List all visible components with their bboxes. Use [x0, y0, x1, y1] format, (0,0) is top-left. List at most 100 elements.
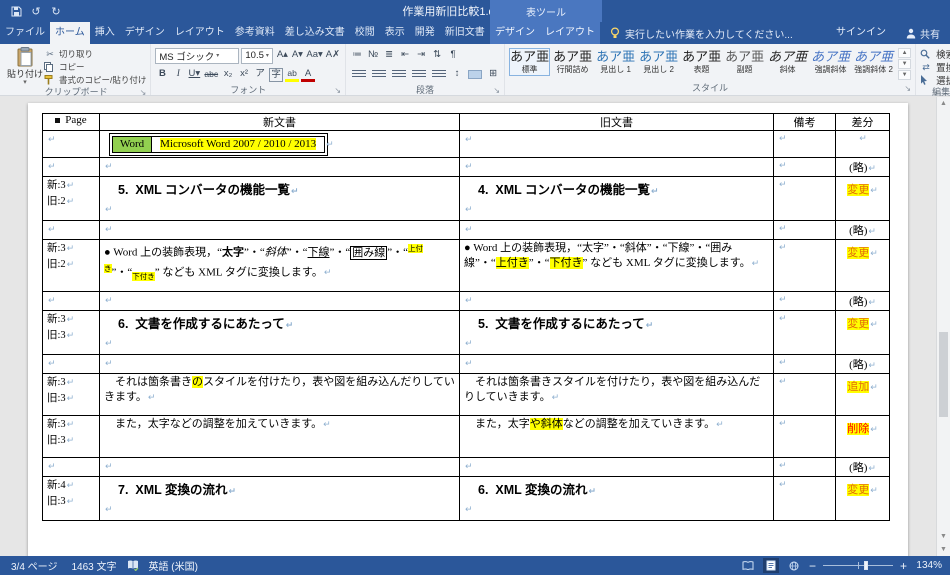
diff-cell[interactable]: ↵ [835, 130, 890, 158]
new-doc-cell[interactable]: ↵ [99, 457, 460, 477]
diff-cell[interactable]: (略)↵ [835, 354, 890, 374]
remark-cell[interactable]: ↵ [773, 373, 836, 416]
context-tab-デザイン[interactable]: デザイン [490, 22, 540, 44]
new-doc-cell[interactable]: また，太字などの調整を加えていきます。↵ [99, 415, 460, 458]
page-cell[interactable]: ↵ [42, 291, 100, 311]
remark-cell[interactable]: ↵ [773, 176, 836, 221]
gallery-more-icon[interactable]: ▼ [898, 70, 912, 80]
paragraph-dialog-launcher-icon[interactable]: ↘ [493, 85, 500, 97]
old-doc-cell[interactable]: ↵ [459, 157, 774, 177]
style-強調斜体 2[interactable]: あア亜 強調斜体 2 [853, 48, 894, 76]
increase-indent-button[interactable]: ⇥ [414, 48, 428, 63]
page-cell[interactable]: 新:3↵ 旧:3↵ [42, 373, 100, 416]
font-size-combo[interactable]: 10.5 ▾ [241, 47, 274, 64]
page-cell[interactable]: ↵ [42, 457, 100, 477]
new-doc-cell[interactable]: ● Word 上の装飾表現，“太字”・“斜体”・“下線”・“ 囲み線 ”・“上付き”… [99, 239, 460, 292]
col-header-page[interactable]: Page [42, 113, 100, 131]
remark-cell[interactable]: ↵ [773, 310, 836, 355]
bold-button[interactable]: B [155, 67, 169, 82]
underline-button[interactable]: U▾ [187, 67, 201, 82]
tell-me-box[interactable]: 実行したい作業を入力してください... [600, 22, 803, 44]
share-button[interactable]: 共有 [896, 22, 950, 44]
strikethrough-button[interactable]: abc [203, 67, 219, 82]
zoom-level[interactable]: 134% [914, 560, 942, 571]
diff-cell[interactable]: 変更↵ [835, 310, 890, 355]
remark-cell[interactable]: ↵ [773, 220, 836, 240]
diff-cell[interactable]: (略)↵ [835, 457, 890, 477]
context-tab-レイアウト[interactable]: レイアウト [540, 22, 600, 44]
new-doc-cell[interactable]: ↵ [99, 291, 460, 311]
diff-cell[interactable]: 変更↵ [835, 176, 890, 221]
cut-button[interactable]: ✂ 切り取り [44, 48, 146, 60]
bullets-button[interactable]: ≔ [350, 48, 364, 63]
col-header-remark[interactable]: 備考 [773, 113, 836, 131]
gallery-down-icon[interactable]: ▼ [898, 59, 912, 69]
change-case-button[interactable]: Aa▾ [305, 48, 323, 63]
page-indicator[interactable]: 3/4 ページ [4, 558, 64, 573]
superscript-button[interactable]: x² [237, 67, 251, 82]
new-doc-cell[interactable]: ↵ [99, 157, 460, 177]
read-mode-button[interactable] [740, 558, 756, 573]
diff-cell[interactable]: 削除↵ [835, 415, 890, 458]
old-doc-cell[interactable]: 4. XML コンバータの機能一覧↵ ↵ [459, 176, 774, 221]
borders-button[interactable]: ⊞ [486, 67, 500, 82]
select-button[interactable]: 選択 ▾ [920, 74, 950, 87]
align-right-button[interactable] [392, 70, 407, 79]
shrink-font-button[interactable]: A▾ [290, 48, 304, 63]
proofing-icon[interactable] [124, 560, 142, 571]
tab-ホーム[interactable]: ホーム [50, 22, 90, 44]
diff-cell[interactable]: 追加↵ [835, 373, 890, 416]
document-area[interactable]: Page 新文書 旧文書 備考 差分 ↵ Word Microsoft Word 2… [0, 97, 950, 556]
undo-icon[interactable]: ↺ [28, 3, 44, 19]
old-doc-cell[interactable]: それは箇条書きスタイルを付けたり，表や図を組み込んだりしていきます。↵ [459, 373, 774, 416]
numbering-button[interactable]: № [366, 48, 380, 63]
style-見出し 1[interactable]: あア亜 見出し 1 [595, 48, 636, 76]
remark-cell[interactable]: ↵ [773, 239, 836, 292]
enclose-characters-button[interactable]: 字 [269, 67, 284, 82]
page-cell[interactable]: 新:3↵ 旧:3↵ [42, 415, 100, 458]
italic-button[interactable]: I [171, 67, 185, 82]
old-doc-cell[interactable]: ↵ [459, 291, 774, 311]
subscript-button[interactable]: x₂ [221, 67, 235, 82]
grow-font-button[interactable]: A▴ [275, 48, 289, 63]
clear-formatting-button[interactable]: A✗ [325, 48, 341, 63]
diff-cell[interactable]: (略)↵ [835, 220, 890, 240]
remark-cell[interactable]: ↵ [773, 476, 836, 521]
page-cell[interactable]: 新:3↵ 旧:2↵ [42, 176, 100, 221]
scroll-up-icon[interactable]: ▲ [937, 97, 950, 110]
zoom-slider-thumb[interactable] [863, 561, 868, 570]
paste-button[interactable]: 貼り付け ▾ [6, 46, 44, 86]
page-cell[interactable]: 新:3↵ 旧:3↵ [42, 310, 100, 355]
remark-cell[interactable]: ↵ [773, 130, 836, 158]
page-cell[interactable]: ↵ [42, 220, 100, 240]
align-left-button[interactable] [352, 70, 367, 79]
save-icon[interactable] [8, 3, 24, 19]
old-doc-cell[interactable]: ↵ [459, 130, 774, 158]
web-layout-button[interactable] [786, 558, 802, 573]
remark-cell[interactable]: ↵ [773, 291, 836, 311]
font-color-button[interactable]: A [301, 68, 316, 82]
diff-cell[interactable]: (略)↵ [835, 291, 890, 311]
line-spacing-button[interactable]: ↕ [450, 67, 464, 82]
zoom-in-button[interactable]: + [900, 559, 907, 573]
find-button[interactable]: 検索 ▾ [920, 48, 950, 61]
col-header-new[interactable]: 新文書 [99, 113, 460, 131]
sign-in-button[interactable]: サインイン [826, 22, 896, 44]
format-painter-button[interactable]: 書式のコピー/貼り付け [44, 74, 146, 86]
old-doc-cell[interactable]: また，太字や斜体などの調整を加えていきます。↵ [459, 415, 774, 458]
old-doc-cell[interactable]: ↵ [459, 457, 774, 477]
page-cell[interactable]: 新:3↵ 旧:2↵ [42, 239, 100, 292]
page-cell[interactable]: ↵ [42, 157, 100, 177]
zoom-out-button[interactable]: − [809, 559, 816, 573]
tab-開発[interactable]: 開発 [410, 22, 440, 44]
tab-デザイン[interactable]: デザイン [120, 22, 170, 44]
tab-表示[interactable]: 表示 [380, 22, 410, 44]
sort-button[interactable]: ⇅ [430, 48, 444, 63]
remark-cell[interactable]: ↵ [773, 415, 836, 458]
language-indicator[interactable]: 英語 (米国) [142, 558, 205, 573]
scroll-down-icon[interactable]: ▼ [937, 530, 950, 543]
tab-参考資料[interactable]: 参考資料 [230, 22, 280, 44]
gallery-up-icon[interactable]: ▲ [898, 48, 912, 58]
justify-button[interactable] [412, 70, 427, 79]
page-cell[interactable]: ↵ [42, 354, 100, 374]
